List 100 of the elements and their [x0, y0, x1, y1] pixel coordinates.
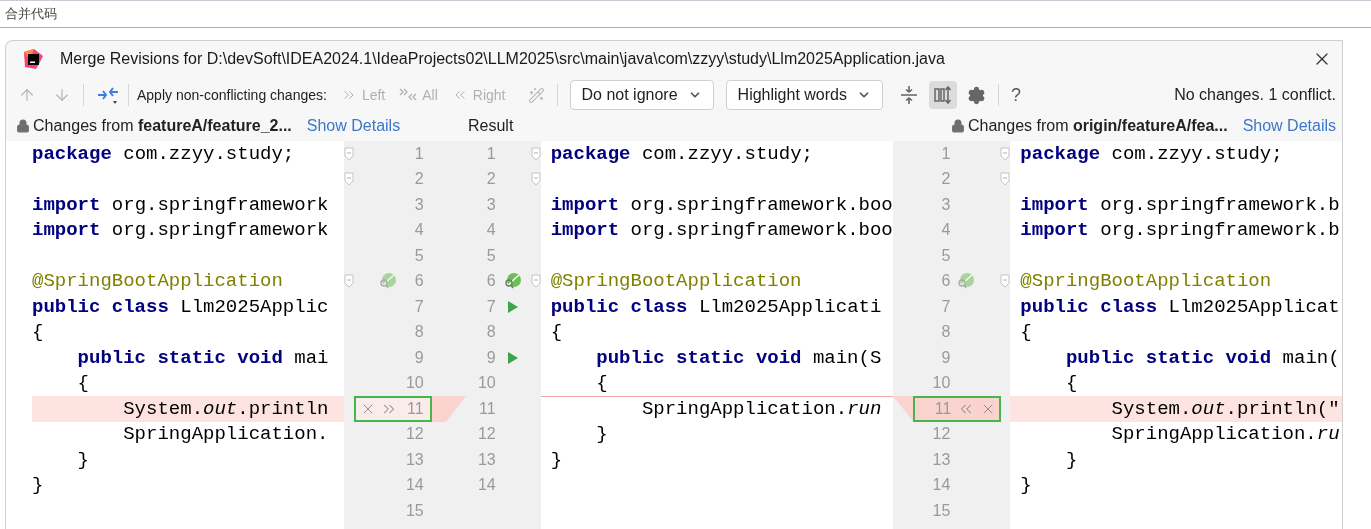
code-line: @SpringBootApplication: [1019, 269, 1273, 294]
show-details-link[interactable]: Show Details: [1242, 114, 1336, 138]
line-number: 1: [485, 143, 496, 164]
line-number: 7: [413, 296, 424, 317]
line-number: 6: [485, 271, 496, 292]
previous-difference-icon[interactable]: [18, 86, 36, 104]
run-icon[interactable]: [507, 299, 520, 314]
line-number: 13: [404, 449, 424, 470]
code-line: SpringApplication.: [122, 422, 330, 447]
fold-marker-icon[interactable]: [343, 172, 354, 187]
run-icon[interactable]: [507, 350, 520, 365]
line-number: 10: [476, 373, 496, 394]
fold-marker-icon[interactable]: [530, 146, 541, 161]
fold-marker-icon[interactable]: [1000, 172, 1011, 187]
line-number: 5: [485, 245, 496, 266]
code-line: @SpringBootApplication: [549, 269, 803, 294]
line-number: 12: [931, 424, 951, 445]
line-number: 7: [485, 296, 496, 317]
help-button[interactable]: ?: [1010, 81, 1021, 109]
dropdown[interactable]: Do not ignore: [569, 80, 714, 110]
fold-marker-icon[interactable]: [530, 274, 541, 289]
show-details-link[interactable]: Show Details: [306, 114, 401, 138]
line-number: 1: [940, 143, 951, 164]
fold-marker-icon[interactable]: [1000, 146, 1011, 161]
line-number: 3: [413, 194, 424, 215]
changes-label: Changes from featureA/feature_2...: [33, 116, 292, 136]
line-number: 4: [485, 220, 496, 241]
dropdown[interactable]: Highlight words: [725, 80, 883, 110]
line-number: 2: [413, 169, 424, 190]
code-line: }: [595, 422, 609, 447]
bean-icon[interactable]: [956, 272, 977, 291]
line-number: 6: [413, 271, 424, 292]
code-line: {: [1064, 371, 1079, 396]
line-number: 8: [413, 322, 424, 343]
apply-label: Apply non-conflicting changes:: [137, 85, 327, 105]
fold-marker-icon[interactable]: [1000, 274, 1011, 289]
code-line: }: [76, 447, 90, 473]
code-line: SpringApplication.ru: [1110, 422, 1341, 447]
line-number: 11: [933, 398, 952, 419]
caption: 合并代码: [5, 5, 57, 24]
code-line: {: [32, 320, 45, 345]
line-number: 5: [940, 245, 951, 266]
line-number: 1: [413, 143, 424, 164]
line-number: 9: [485, 347, 496, 368]
code-line: import org.springframework.b: [1019, 192, 1341, 218]
next-difference-icon[interactable]: [53, 86, 71, 104]
code-line: }: [549, 447, 564, 473]
line-number: 7: [940, 296, 951, 317]
fold-marker-icon[interactable]: [343, 146, 354, 161]
code-line: import org.springframework: [32, 192, 330, 218]
line-number: 2: [940, 169, 951, 190]
code-line: public class Llm2025Applicati: [549, 294, 883, 320]
fold-marker-icon[interactable]: [530, 172, 541, 187]
code-line: import org.springframework: [32, 218, 330, 243]
line-number: 13: [476, 449, 496, 470]
code-line: SpringApplication.run: [540, 396, 894, 422]
line-number: 12: [404, 424, 424, 445]
line-number: 9: [940, 347, 951, 368]
conflict-connector: [431, 396, 466, 422]
line-number: 15: [931, 500, 951, 521]
chevrons-both-icon: [399, 87, 418, 103]
line-number: 3: [940, 194, 951, 215]
bean-icon[interactable]: [503, 272, 524, 291]
lock-icon: [16, 119, 30, 133]
code-line: }: [1064, 447, 1079, 473]
line-number: 13: [931, 449, 951, 470]
code-line: package com.zzyy.study;: [549, 141, 814, 167]
code-line: public class Llm2025Applicat: [1019, 294, 1341, 320]
collapse-icon[interactable]: [898, 85, 919, 105]
code-line: }: [32, 473, 45, 498]
code-line: package com.zzyy.study;: [1019, 141, 1284, 167]
line-number: 4: [413, 220, 424, 241]
side-by-side-toggle[interactable]: [928, 81, 957, 109]
code-line: import org.springframework.boo: [549, 218, 894, 243]
code-line: public static void mai: [76, 345, 330, 371]
changes-label: Changes from origin/featureA/fea...: [968, 116, 1228, 136]
status-text: No changes. 1 conflict.: [1174, 85, 1336, 105]
line-number: 14: [404, 475, 424, 496]
magic-wand-icon[interactable]: [527, 86, 545, 104]
line-number: 12: [476, 424, 496, 445]
line-number: 15: [404, 500, 424, 521]
line-number: 14: [476, 475, 496, 496]
line-number: 2: [485, 169, 496, 190]
code-line: {: [1019, 320, 1033, 345]
code-line: @SpringBootApplication: [32, 269, 284, 294]
code-line: {: [595, 371, 609, 396]
line-number: 10: [931, 373, 951, 394]
line-number: 5: [413, 245, 424, 266]
code-line: package com.zzyy.study;: [32, 141, 296, 167]
settings-icon[interactable]: [966, 85, 986, 105]
code-line: }: [1019, 473, 1033, 498]
code-line: public class Llm2025Applic: [32, 294, 330, 320]
lock-icon: [951, 119, 965, 133]
code-line: public static void main(: [1064, 345, 1341, 371]
line-number: 6: [940, 271, 951, 292]
line-number: 10: [404, 373, 424, 394]
bean-icon[interactable]: [377, 272, 398, 291]
line-number: 11: [478, 398, 496, 419]
line-number: 8: [485, 322, 496, 343]
fold-marker-icon[interactable]: [343, 274, 354, 289]
